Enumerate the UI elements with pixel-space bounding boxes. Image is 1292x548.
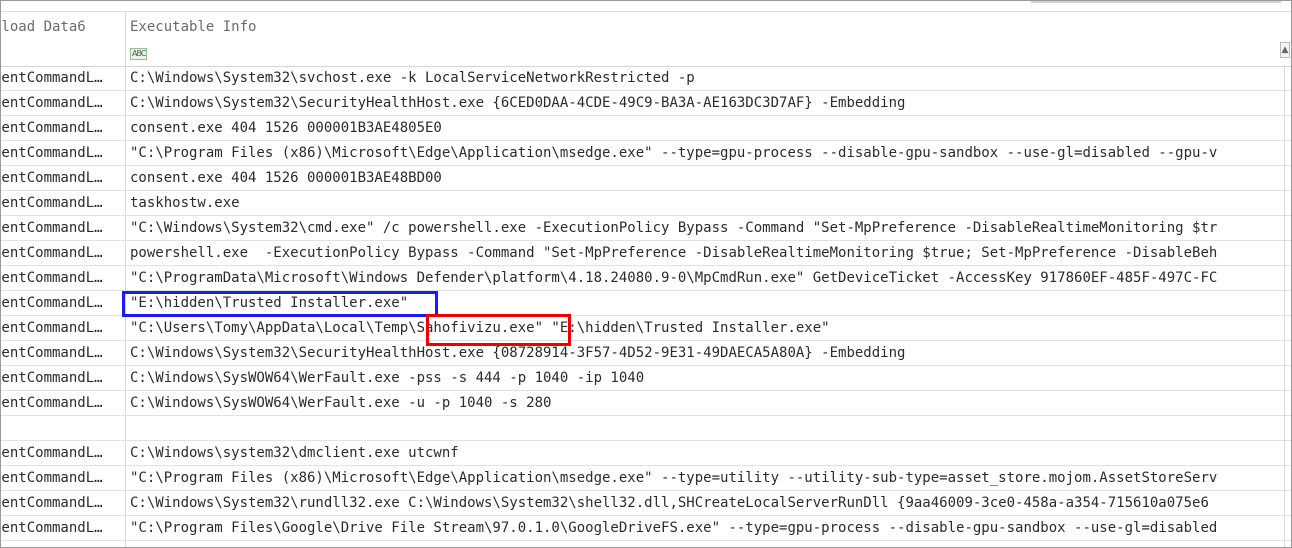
cell-executable-info[interactable]: "C:\Program Files (x86)\Microsoft\Edge\A…: [130, 466, 1285, 490]
scroll-up-arrow-icon[interactable]: ▲: [1280, 42, 1290, 58]
top-strip: [1, 1, 1291, 3]
table-row[interactable]: rentCommandL… "C:\Windows\System32\cmd.ex…: [1, 216, 1291, 241]
cell-executable-info[interactable]: consent.exe 404 1526 000001B3AE48BD00: [130, 166, 1285, 190]
cell-executable-info[interactable]: C:\Windows\system32\dmclient.exe utcwnf: [130, 441, 1285, 465]
cell-executable-info[interactable]: C:\Windows\System32\SecurityHealthHost.e…: [130, 91, 1285, 115]
table-row[interactable]: rentCommandL… "C:\Program Files (x86)\Mic…: [1, 466, 1291, 491]
table-row[interactable]: rentCommandL… powershell.exe -ExecutionPo…: [1, 241, 1291, 266]
table-row[interactable]: rentCommandL… C:\Windows\SysWOW64\WerFaul…: [1, 391, 1291, 416]
table-row[interactable]: rentCommandL… taskhostw.exe: [1, 191, 1291, 216]
scrollbar-thumb[interactable]: [1031, 1, 1281, 3]
table-row[interactable]: rentCommandL… C:\Windows\SysWOW64\WerFaul…: [1, 366, 1291, 391]
table-row[interactable]: rentCommandL… C:\Windows\System32\svchost…: [1, 66, 1291, 91]
cell-executable-info[interactable]: C:\Windows\SysWOW64\WerFault.exe -u -p 1…: [130, 391, 1285, 415]
cell-payload-data6[interactable]: rentCommandL…: [1, 91, 123, 115]
cell-executable-info[interactable]: powershell.exe -ExecutionPolicy Bypass -…: [130, 241, 1285, 265]
cell-payload-data6[interactable]: rentCommandL…: [1, 366, 123, 390]
cell-payload-data6[interactable]: rentCommandL…: [1, 291, 123, 315]
cell-payload-data6[interactable]: rentCommandL…: [1, 166, 123, 190]
cell-executable-info[interactable]: consent.exe 404 1526 000001B3AE4805E0: [130, 116, 1285, 140]
table-row[interactable]: rentCommandL… consent.exe 404 1526 000001…: [1, 116, 1291, 141]
table-row[interactable]: rentCommandL… "C:\Users\Tomy\AppData\Loca…: [1, 316, 1291, 341]
table-row[interactable]: rentCommandL… consent.exe 404 1526 000001…: [1, 166, 1291, 191]
cell-payload-data6[interactable]: rentCommandL…: [1, 441, 123, 465]
table-row[interactable]: rentCommandL… C:\Windows\system32\dmclien…: [1, 441, 1291, 466]
cell-executable-info[interactable]: "C:\Windows\System32\cmd.exe" /c powersh…: [130, 216, 1285, 240]
filter-row: ABC ▲: [1, 42, 1291, 67]
cell-payload-data6[interactable]: rentCommandL…: [1, 516, 123, 540]
table-row[interactable]: rentCommandL… C:\Windows\System32\Securit…: [1, 341, 1291, 366]
cell-payload-data6[interactable]: rentCommandL…: [1, 141, 123, 165]
table-row[interactable]: rentCommandL… "C:\ProgramData\Microsoft\W…: [1, 266, 1291, 291]
cell-payload-data6[interactable]: rentCommandL…: [1, 266, 123, 290]
cell-executable-info[interactable]: "E:\hidden\Trusted Installer.exe": [130, 291, 1285, 315]
data-grid: yload Data6 Executable Info ABC ▲ rentCo…: [0, 0, 1292, 548]
column-header-payload-data6[interactable]: yload Data6: [1, 12, 119, 42]
table-row[interactable]: rentCommandL… C:\Windows\System32\rundll3…: [1, 491, 1291, 516]
cell-executable-info[interactable]: C:\Windows\SysWOW64\WerFault.exe -pss -s…: [130, 366, 1285, 390]
table-body: rentCommandL… C:\Windows\System32\svchost…: [1, 66, 1291, 541]
cell-payload-data6[interactable]: rentCommandL…: [1, 66, 123, 90]
table-row[interactable]: rentCommandL… C:\Windows\System32\Securit…: [1, 91, 1291, 116]
cell-payload-data6[interactable]: [1, 416, 123, 440]
table-row[interactable]: [1, 416, 1291, 441]
cell-executable-info[interactable]: "C:\Users\Tomy\AppData\Local\Temp\Sahofi…: [130, 316, 1285, 340]
cell-executable-info[interactable]: "C:\ProgramData\Microsoft\Windows Defend…: [130, 266, 1285, 290]
table-row[interactable]: rentCommandL… "C:\Program Files (x86)\Mic…: [1, 141, 1291, 166]
cell-payload-data6[interactable]: rentCommandL…: [1, 491, 123, 515]
cell-executable-info[interactable]: C:\Windows\System32\rundll32.exe C:\Wind…: [130, 491, 1285, 515]
cell-executable-info[interactable]: taskhostw.exe: [130, 191, 1285, 215]
cell-executable-info[interactable]: [130, 416, 1285, 440]
cell-payload-data6[interactable]: rentCommandL…: [1, 241, 123, 265]
grid-right-edge: [1284, 66, 1285, 547]
text-filter-icon[interactable]: ABC: [130, 48, 148, 60]
cell-executable-info[interactable]: "C:\Program Files (x86)\Microsoft\Edge\A…: [130, 141, 1285, 165]
cell-payload-data6[interactable]: rentCommandL…: [1, 391, 123, 415]
cell-payload-data6[interactable]: rentCommandL…: [1, 116, 123, 140]
cell-executable-info[interactable]: "C:\Program Files\Google\Drive File Stre…: [130, 516, 1285, 540]
column-header-row: yload Data6 Executable Info: [1, 11, 1291, 43]
cell-payload-data6[interactable]: rentCommandL…: [1, 191, 123, 215]
table-row[interactable]: rentCommandL… "C:\Program Files\Google\Dr…: [1, 516, 1291, 541]
cell-executable-info[interactable]: C:\Windows\System32\SecurityHealthHost.e…: [130, 341, 1285, 365]
cell-payload-data6[interactable]: rentCommandL…: [1, 341, 123, 365]
cell-payload-data6[interactable]: rentCommandL…: [1, 216, 123, 240]
cell-payload-data6[interactable]: rentCommandL…: [1, 466, 123, 490]
cell-payload-data6[interactable]: rentCommandL…: [1, 316, 123, 340]
table-row[interactable]: rentCommandL… "E:\hidden\Trusted Installe…: [1, 291, 1291, 316]
cell-executable-info[interactable]: C:\Windows\System32\svchost.exe -k Local…: [130, 66, 1285, 90]
column-header-executable-info[interactable]: Executable Info: [126, 12, 1290, 42]
